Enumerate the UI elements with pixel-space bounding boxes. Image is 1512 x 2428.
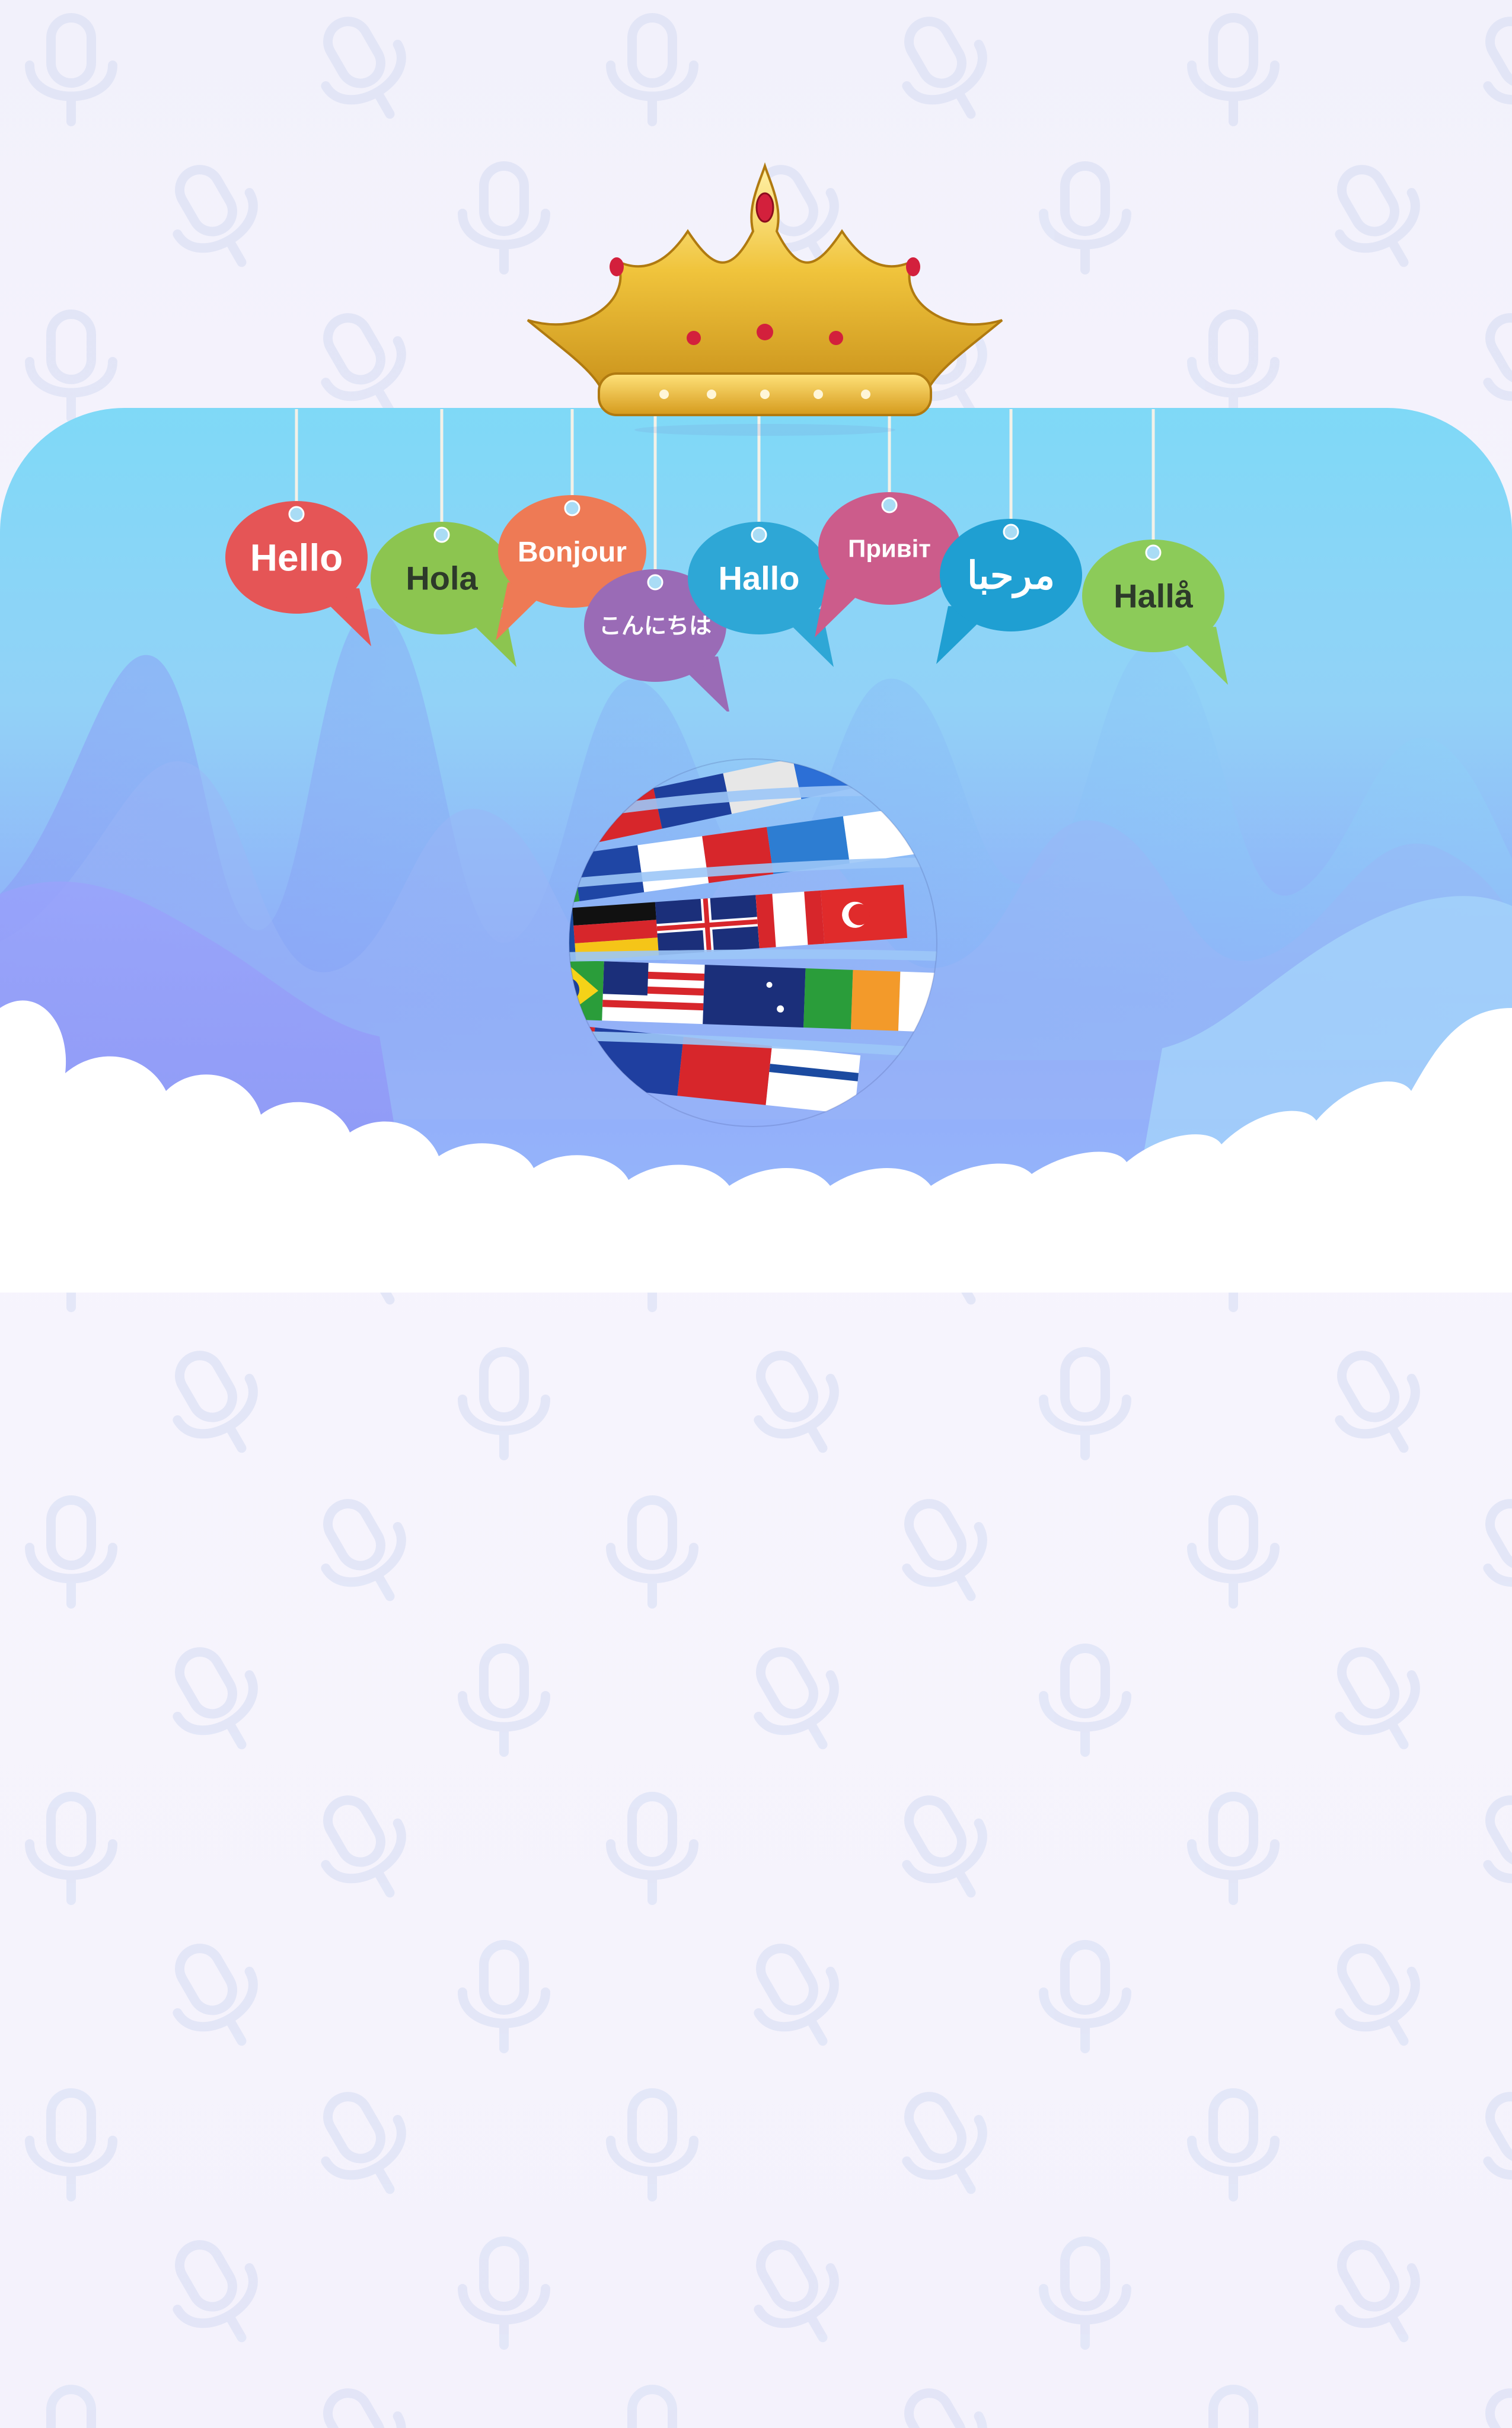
microphone-icon	[902, 2388, 987, 2428]
microphone-icon	[754, 1647, 839, 1750]
greeting-bubble: Привіт	[815, 492, 961, 637]
microphone-icon	[458, 2236, 550, 2350]
greeting-text: こんにちは	[599, 614, 712, 639]
microphone-icon	[606, 2088, 698, 2202]
microphone-icon	[606, 1495, 698, 1609]
greeting-text: Bonjour	[518, 537, 627, 568]
microphone-icon	[321, 2092, 406, 2194]
microphone-icon	[754, 2240, 839, 2343]
app-screen: Hello Hola Bonjour こんにちは Hallo Привіт مرحبا Hal…	[0, 0, 1512, 2428]
greeting-bubble: Hallå	[1082, 540, 1228, 685]
greeting-text: Hallo	[719, 560, 800, 597]
microphone-icon	[1335, 1944, 1420, 2046]
microphone-icon	[1187, 1495, 1280, 1609]
microphone-icon	[173, 1944, 258, 2046]
microphone-icon	[1483, 1795, 1512, 1898]
greeting-bubble: Hello	[225, 501, 371, 646]
microphone-icon	[1039, 1644, 1131, 1757]
greeting-text: Hola	[406, 560, 478, 597]
greeting-text: Hello	[250, 536, 343, 579]
microphone-icon	[46, 2385, 96, 2428]
microphone-icon	[1187, 1792, 1280, 1905]
microphone-icon	[1483, 2092, 1512, 2194]
microphone-icon	[606, 1792, 698, 1905]
microphone-icon	[25, 2088, 117, 2202]
microphone-icon	[627, 2385, 677, 2428]
crown-icon	[527, 162, 1003, 436]
microphone-icon	[173, 1647, 258, 1750]
microphone-icon	[754, 1351, 839, 1453]
microphone-icon	[902, 1499, 987, 1601]
microphone-icon	[754, 1944, 839, 2046]
microphone-icon	[1039, 1347, 1131, 1460]
microphone-icon	[25, 1792, 117, 1905]
microphone-icon	[173, 2240, 258, 2343]
greeting-text: Привіт	[848, 535, 931, 563]
microphone-icon	[1483, 1499, 1512, 1601]
greeting-text: مرحبا	[967, 554, 1055, 598]
flag-globe-icon	[569, 758, 937, 1127]
microphone-icon	[25, 1495, 117, 1609]
microphone-icon	[1039, 2236, 1131, 2350]
microphone-icon	[902, 1795, 987, 1898]
microphone-icon	[1039, 1940, 1131, 2053]
microphone-icon	[1335, 2240, 1420, 2343]
microphone-icon	[321, 1499, 406, 1601]
microphone-icon	[1208, 2385, 1258, 2428]
greeting-bubble: مرحبا	[936, 519, 1082, 664]
microphone-icon	[902, 2092, 987, 2194]
microphone-icon	[1335, 1351, 1420, 1453]
microphone-icon	[321, 2388, 406, 2428]
microphone-icon	[1335, 1647, 1420, 1750]
microphone-icon	[321, 1795, 406, 1898]
microphone-icon	[1187, 2088, 1280, 2202]
greeting-text: Hallå	[1114, 578, 1194, 615]
microphone-icon	[458, 1347, 550, 1460]
microphone-icon	[173, 1351, 258, 1453]
microphone-icon	[458, 1644, 550, 1757]
greeting-bubble: Hola	[371, 522, 516, 667]
microphone-icon	[1483, 2388, 1512, 2428]
microphone-icon	[458, 1940, 550, 2053]
